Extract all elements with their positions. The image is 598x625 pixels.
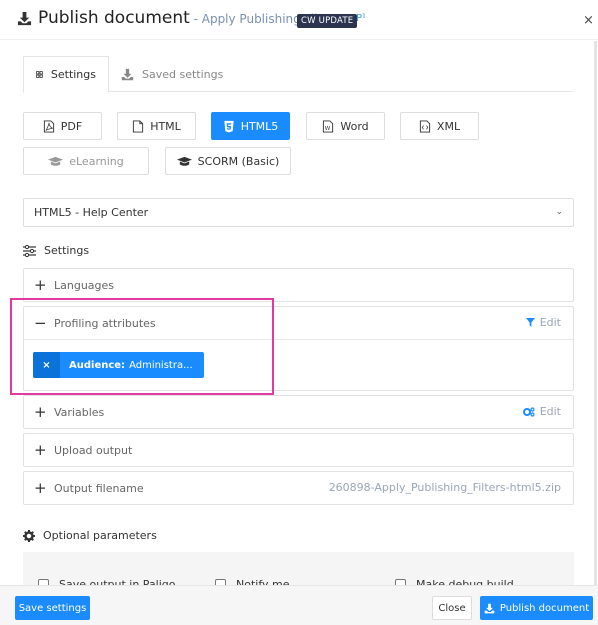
filter-key: Audience: — [69, 359, 126, 371]
tab-saved-settings[interactable]: Saved settings — [109, 56, 235, 93]
cw-update-badge: CW UPDATE — [297, 14, 358, 28]
format-label: eLearning — [69, 154, 124, 168]
panel-title: Profiling attributes — [54, 316, 156, 330]
plus-icon: + — [34, 441, 47, 459]
filter-value: Administra... — [129, 359, 193, 371]
section-heading-text: Optional parameters — [43, 529, 157, 542]
pdf-file-icon — [43, 119, 54, 133]
profiling-attributes-panel: − Profiling attributes Edit × Audience: … — [23, 306, 574, 391]
chevron-down-icon: ⌄ — [555, 207, 563, 217]
plus-icon: + — [34, 479, 47, 497]
variables-panel-header[interactable]: + Variables Edit — [24, 396, 573, 428]
close-button[interactable]: Close — [432, 596, 472, 620]
publish-document-button[interactable]: Publish document — [480, 596, 593, 620]
panel-title: Output filename — [54, 481, 144, 495]
format-label: HTML5 — [240, 119, 279, 133]
panel-title: Variables — [54, 405, 105, 419]
profiling-panel-body: × Audience: Administra... — [24, 339, 573, 390]
minus-icon: − — [34, 314, 47, 332]
layout-select[interactable]: HTML5 - Help Center ⌄ — [23, 198, 574, 227]
xml-file-icon — [419, 119, 431, 133]
filter-icon — [525, 318, 535, 327]
format-scorm-button[interactable]: SCORM (Basic) — [165, 147, 291, 175]
graduation-cap-icon — [176, 156, 192, 166]
title-text: Publish document — [38, 8, 190, 28]
gear-icon — [23, 529, 35, 542]
upload-panel-header[interactable]: + Upload output — [24, 434, 573, 466]
format-word-button[interactable]: W Word — [306, 112, 385, 140]
output-filename-panel: + Output filename 260898-Apply_Publishin… — [23, 471, 574, 505]
format-label: Word — [340, 119, 369, 133]
edit-label: Edit — [539, 405, 561, 418]
graduation-cap-icon — [48, 156, 64, 166]
panel-title: Upload output — [54, 443, 133, 457]
dialog-header: Publish document - Apply Publishing Filt… — [0, 0, 598, 40]
format-label: SCORM (Basic) — [197, 154, 280, 168]
close-icon[interactable]: × — [583, 13, 594, 28]
plus-icon: + — [34, 276, 47, 294]
tab-label: Settings — [50, 68, 96, 81]
section-heading-text: Settings — [44, 244, 90, 257]
download-icon — [121, 68, 134, 81]
tab-settings[interactable]: Settings — [23, 56, 109, 93]
format-label: XML — [436, 119, 461, 133]
tab-bar: Settings Saved settings — [23, 56, 573, 93]
format-html5-button[interactable]: HTML5 — [211, 112, 290, 140]
download-icon — [484, 603, 495, 613]
file-icon — [133, 119, 144, 133]
button-label: Save settings — [18, 602, 87, 614]
format-xml-button[interactable]: XML — [400, 112, 479, 140]
languages-panel-header[interactable]: + Languages — [24, 269, 573, 301]
panel-title: Languages — [54, 278, 115, 292]
profiling-panel-header[interactable]: − Profiling attributes Edit — [24, 307, 573, 339]
dialog-body: Settings Saved settings PDF HTML HTML5 W… — [0, 41, 598, 591]
filter-chip-text[interactable]: Audience: Administra... — [60, 352, 204, 378]
edit-label: Edit — [539, 316, 561, 329]
tab-label: Saved settings — [142, 68, 224, 81]
format-label: HTML — [150, 119, 181, 133]
html5-icon — [224, 120, 234, 133]
sliders-icon — [23, 244, 36, 257]
svg-text:W: W — [325, 126, 331, 132]
button-label: Close — [438, 602, 466, 614]
format-label: PDF — [60, 119, 83, 133]
format-html-button[interactable]: HTML — [117, 112, 196, 140]
remove-filter-icon[interactable]: × — [33, 352, 60, 378]
word-file-icon: W — [323, 119, 334, 133]
format-elearning-button[interactable]: eLearning — [23, 147, 149, 175]
output-filename-value: 260898-Apply_Publishing_Filters-html5.zi… — [329, 481, 561, 494]
upload-output-panel: + Upload output — [23, 433, 574, 467]
grid-icon — [36, 71, 43, 78]
profiling-edit-button[interactable]: Edit — [525, 316, 561, 329]
format-pdf-button[interactable]: PDF — [23, 112, 102, 140]
scrollbar[interactable] — [594, 41, 597, 591]
dialog-title: Publish document - Apply Publishing Filt… — [38, 8, 341, 28]
dialog-footer: Save settings Close Publish document — [0, 585, 598, 625]
button-label: Publish document — [499, 602, 590, 614]
variables-panel: + Variables Edit — [23, 395, 574, 429]
download-icon — [17, 11, 32, 26]
filename-panel-header[interactable]: + Output filename 260898-Apply_Publishin… — [24, 472, 573, 504]
languages-panel: + Languages — [23, 268, 574, 302]
cogs-icon — [522, 406, 535, 417]
layout-select-value: HTML5 - Help Center — [34, 206, 149, 219]
save-settings-button[interactable]: Save settings — [15, 596, 90, 620]
plus-icon: + — [34, 403, 47, 421]
filename-text: 260898-Apply_Publishing_Filters-html5.zi… — [328, 481, 561, 494]
profiling-filter-chip: × Audience: Administra... — [33, 352, 204, 378]
version-marker: P¹ — [356, 13, 367, 24]
variables-edit-button[interactable]: Edit — [522, 405, 561, 418]
settings-section-heading: Settings — [23, 244, 89, 257]
optional-parameters-heading: Optional parameters — [23, 529, 157, 542]
